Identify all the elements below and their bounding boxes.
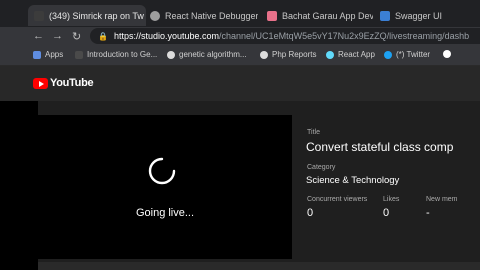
tab-title: Bachat Garau App Dev (282, 10, 373, 21)
address-bar[interactable]: 🔒 https://studio.youtube.com /channel/UC… (90, 28, 480, 44)
bookmark-label: Php Reports (272, 50, 317, 59)
youtube-play-icon (33, 77, 48, 89)
bookmark-google[interactable] (443, 50, 455, 58)
bookmark-apps[interactable]: Apps (33, 50, 63, 59)
bookmark-introduction[interactable]: Introduction to Ge... (75, 50, 157, 59)
tab-favicon-icon (150, 10, 160, 21)
tab-swagger-ui[interactable]: Swagger UI (380, 5, 480, 26)
tab-react-native-debugger[interactable]: React Native Debugger ✕ (150, 5, 258, 26)
youtube-logo-text: YouTube (50, 77, 94, 89)
loading-spinner-icon (148, 157, 176, 185)
stat-label-likes: Likes (383, 196, 400, 203)
stream-status-text: Going live... (135, 207, 195, 219)
bookmark-label: (*) Twitter (396, 50, 431, 59)
url-host: https://studio.youtube.com (113, 31, 220, 41)
bookmark-twitter[interactable]: (*) Twitter (384, 50, 430, 59)
url-path: /channel/UC1eMtqW5e5vY17Nu2x9EzZQ/livest… (219, 31, 470, 41)
bookmark-label: genetic algorithm... (179, 50, 247, 59)
category-label: Category (307, 164, 336, 171)
globe-icon (260, 50, 268, 59)
bookmark-label: Introduction to Ge... (87, 50, 158, 59)
forward-arrow-icon[interactable]: → (52, 30, 63, 42)
bookmark-react-app[interactable]: React App (326, 50, 375, 59)
bookmark-genetic-algorithm[interactable]: genetic algorithm... (167, 50, 247, 59)
stream-title: Convert stateful class comp (306, 140, 454, 154)
stat-value-concurrent-viewers: 0 (307, 207, 314, 219)
twitter-icon (384, 50, 392, 59)
stat-label-concurrent-viewers: Concurrent viewers (307, 196, 368, 203)
google-icon (167, 50, 175, 59)
stat-label-new-members: New mem (426, 196, 458, 203)
stream-category: Science & Technology (306, 175, 400, 186)
tab-favicon-icon (380, 10, 390, 21)
apps-grid-icon (33, 50, 41, 59)
tab-title: React Native Debugger (165, 10, 258, 21)
tab-title: Swagger UI (395, 10, 443, 21)
stream-preview (38, 115, 292, 259)
bookmark-php-reports[interactable]: Php Reports (260, 50, 316, 59)
bookmark-label: Apps (45, 50, 64, 59)
tab-title: (349) Simrick rap on Tw (49, 10, 144, 21)
stat-value-likes: 0 (383, 207, 390, 219)
bottom-panel-edge (38, 262, 480, 270)
title-label: Title (307, 129, 320, 136)
react-icon (326, 50, 334, 59)
bookmark-favicon-icon (75, 50, 83, 59)
bookmark-label: React App (338, 50, 375, 59)
tab-bachat-garau[interactable]: Bachat Garau App Dev ✕ (267, 5, 373, 26)
lock-icon: 🔒 (98, 31, 108, 41)
google-icon (443, 50, 451, 58)
back-arrow-icon[interactable]: ← (33, 30, 44, 42)
youtube-logo[interactable]: YouTube (33, 77, 94, 89)
reload-icon[interactable]: ↻ (72, 30, 81, 43)
tab-favicon-icon (267, 10, 277, 21)
tab-youtube-video[interactable]: (349) Simrick rap on Tw (28, 5, 146, 26)
tab-favicon-icon (34, 10, 44, 21)
stat-value-new-members: - (426, 207, 430, 219)
